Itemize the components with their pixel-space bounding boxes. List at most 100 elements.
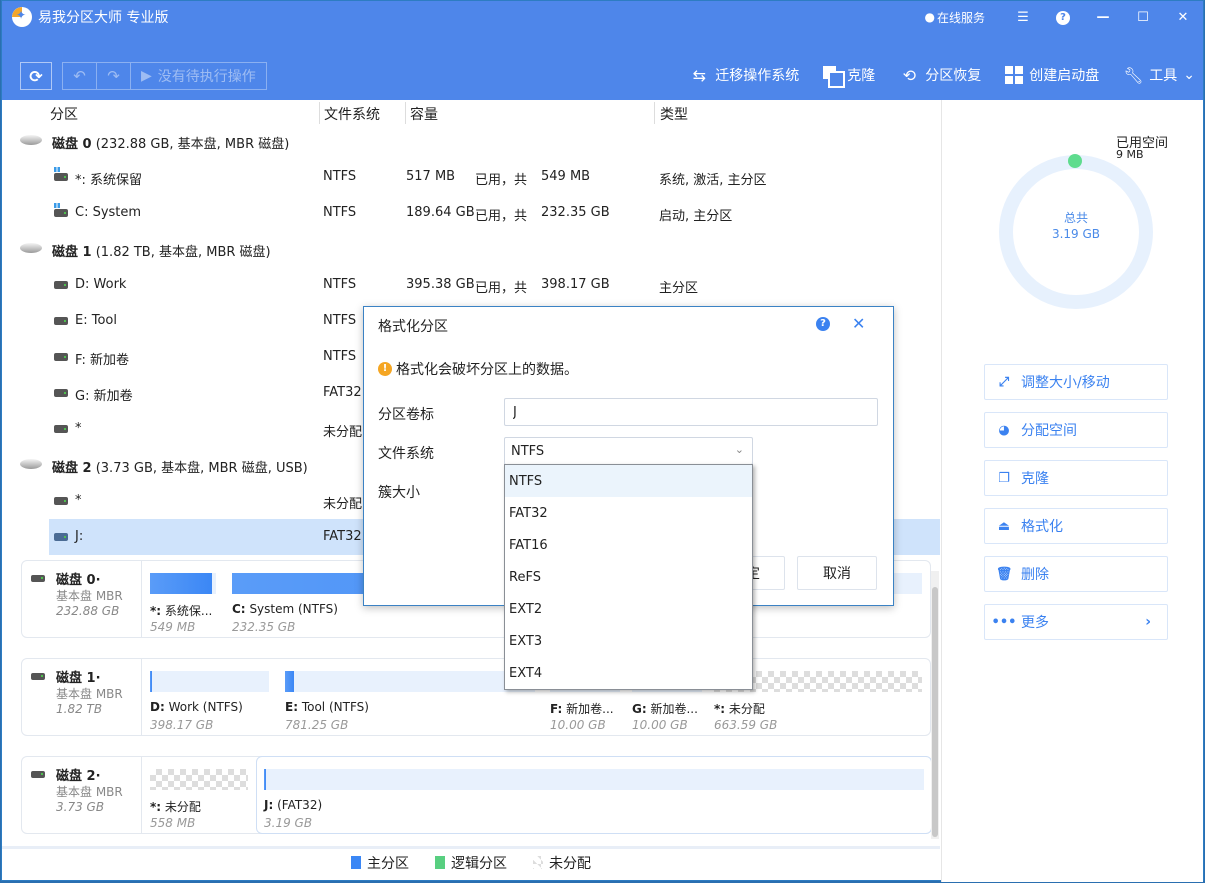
dropdown-option-ntfs[interactable]: NTFS (505, 465, 752, 497)
partition-drive: E: (285, 700, 298, 714)
format-button[interactable]: ⏏ 格式化 (984, 508, 1168, 544)
partition-label-text: Tool (NTFS) (301, 700, 369, 714)
cancel-button[interactable]: 取消 (797, 556, 877, 590)
disk-info: (3.73 GB, 基本盘, MBR 磁盘, USB) (95, 461, 308, 476)
partition-label: *: 未分配 (714, 700, 765, 717)
menu-icon: ☰ (1017, 9, 1029, 25)
action-label: 格式化 (1021, 519, 1063, 535)
filesystem-selected-value: NTFS (511, 443, 545, 459)
tools-label: 工具 (1149, 68, 1178, 84)
disk-title: 磁盘 0 (232.88 GB, 基本盘, MBR 磁盘) (52, 133, 289, 152)
clone-button[interactable]: 克隆 (823, 65, 875, 88)
column-type[interactable]: 类型 (660, 104, 688, 124)
table-row[interactable]: D: Work NTFS 395.38 GB 已用，共 398.17 GB 主分… (2, 267, 940, 303)
column-divider (405, 102, 406, 124)
partition-name: *: 系统保留 (75, 173, 143, 188)
app-title-text: 易我分区大师 专业版 (38, 10, 169, 26)
action-label: 分配空间 (1021, 423, 1077, 439)
disk-name: 磁盘 2 (52, 461, 92, 476)
partition-block[interactable]: *: 系统保... 549 MB (150, 561, 216, 637)
clone-partition-button[interactable]: ❐ 克隆 (984, 460, 1168, 496)
table-row[interactable]: C: System NTFS 189.64 GB 已用，共 232.35 GB … (2, 195, 940, 231)
more-icon: ••• (991, 614, 1017, 630)
partition-name: E: Tool (75, 313, 117, 328)
undo-button[interactable]: ↶ (63, 63, 97, 89)
disk-row[interactable]: 磁盘 1 (1.82 TB, 基本盘, MBR 磁盘) (2, 231, 940, 267)
legend-primary-label: 主分区 (367, 855, 409, 872)
partition-size: 232.35 GB (232, 620, 296, 634)
disk-row[interactable]: 磁盘 0 (232.88 GB, 基本盘, MBR 磁盘) (2, 123, 940, 159)
dialog-help-icon[interactable]: ? (816, 317, 830, 331)
column-partition[interactable]: 分区 (50, 104, 78, 124)
partition-drive: J: (264, 798, 274, 812)
table-row[interactable]: *: 系统保留 NTFS 517 MB 已用，共 549 MB 系统, 激活, … (2, 159, 940, 195)
dropdown-option-fat16[interactable]: FAT16 (505, 529, 752, 561)
dropdown-option-fat32[interactable]: FAT32 (505, 497, 752, 529)
partition-fs: NTFS (323, 349, 357, 364)
dropdown-option-refs[interactable]: ReFS (505, 561, 752, 593)
window-controls: ● 在线服务 ☰ ? — ☐ ✕ (925, 1, 1204, 33)
column-capacity[interactable]: 容量 (410, 104, 438, 124)
partition-recovery-button[interactable]: ⟲ 分区恢复 (899, 65, 982, 85)
action-label: 删除 (1021, 567, 1049, 583)
app-title: 易我分区大师 专业版 (12, 7, 168, 27)
drive-icon (31, 575, 45, 582)
disk-map-size: 232.88 GB (56, 604, 120, 618)
partition-label-text: 系统保... (164, 604, 213, 618)
scrollbar-thumb[interactable] (932, 587, 938, 837)
partition-block-selected[interactable]: J: (FAT32) 3.19 GB (256, 756, 932, 834)
dropdown-option-ext4[interactable]: EXT4 (505, 657, 752, 689)
drive-icon (54, 497, 68, 505)
clone-icon (823, 66, 846, 88)
partition-size: 558 MB (150, 816, 196, 830)
create-bootable-button[interactable]: 创建启动盘 (1005, 65, 1099, 85)
hard-disk-icon (20, 243, 42, 253)
drive-icon (31, 771, 45, 778)
partition-block[interactable]: D: Work (NTFS) 398.17 GB (150, 659, 269, 735)
dialog-close-icon[interactable]: ✕ (852, 314, 865, 333)
partition-fs: NTFS (323, 277, 357, 292)
disk-title: 磁盘 2 (3.73 GB, 基本盘, MBR 磁盘, USB) (52, 457, 308, 476)
redo-button[interactable]: ↷ (97, 63, 131, 89)
refresh-button[interactable]: ⟳ (20, 62, 52, 90)
allocate-space-button[interactable]: ◕ 分配空间 (984, 412, 1168, 448)
unallocated-bar (150, 769, 248, 790)
legend-logical: 逻辑分区 (435, 853, 507, 873)
close-button[interactable]: ✕ (1163, 10, 1203, 25)
menu-button[interactable]: ☰ (1003, 10, 1043, 25)
action-label: 调整大小/移动 (1021, 375, 1110, 391)
partition-used: 189.64 GB (406, 205, 475, 220)
disk-map-scrollbar[interactable] (931, 571, 939, 839)
partition-label: D: Work (NTFS) (150, 700, 243, 714)
tools-menu-button[interactable]: 🔧︎ 工具 ⌄ (1123, 65, 1195, 85)
chevron-right-icon: › (1145, 614, 1151, 630)
hard-disk-icon (20, 459, 42, 469)
partition-name: F: 新加卷 (75, 353, 129, 368)
disk-map-header: 磁盘 2· 基本盘 MBR 3.73 GB (22, 757, 142, 833)
partition-total: 549 MB (541, 169, 591, 184)
volume-label-input[interactable] (504, 398, 878, 426)
disk-map-card[interactable]: 磁盘 2· 基本盘 MBR 3.73 GB *: 未分配 558 MB J: (… (21, 756, 932, 834)
execute-pending-button[interactable]: ▶ 没有待执行操作 (131, 63, 266, 89)
dropdown-option-ext2[interactable]: EXT2 (505, 593, 752, 625)
migrate-os-button[interactable]: ⇆ 迁移操作系统 (689, 65, 800, 85)
app-window: 易我分区大师 专业版 ● 在线服务 ☰ ? — ☐ ✕ ⟳ ↶ ↷ ▶ 没有待执… (1, 0, 1204, 882)
column-filesystem[interactable]: 文件系统 (324, 104, 380, 124)
minimize-button[interactable]: — (1083, 10, 1123, 25)
more-button[interactable]: ••• 更多 › (984, 604, 1168, 640)
maximize-button[interactable]: ☐ (1123, 10, 1163, 25)
hard-disk-icon (20, 135, 42, 145)
wrench-icon: 🔧︎ (1123, 65, 1144, 85)
delete-button[interactable]: 🗑︎ 删除 (984, 556, 1168, 592)
disk-map-card[interactable]: 磁盘 1· 基本盘 MBR 1.82 TB D: Work (NTFS) 398… (21, 658, 931, 736)
partition-total: 398.17 GB (541, 277, 610, 292)
dropdown-option-ext3[interactable]: EXT3 (505, 625, 752, 657)
partition-block[interactable]: *: 未分配 558 MB (150, 757, 248, 833)
help-button[interactable]: ? (1043, 9, 1083, 25)
help-icon: ? (1056, 11, 1070, 25)
partition-label: G: 新加卷... (632, 700, 698, 717)
online-service-button[interactable]: ● 在线服务 (925, 9, 986, 26)
filesystem-select[interactable]: NTFS ⌄ (504, 437, 753, 465)
resize-move-button[interactable]: ⤢ 调整大小/移动 (984, 364, 1168, 400)
partition-block[interactable]: E: Tool (NTFS) 781.25 GB (285, 659, 535, 735)
